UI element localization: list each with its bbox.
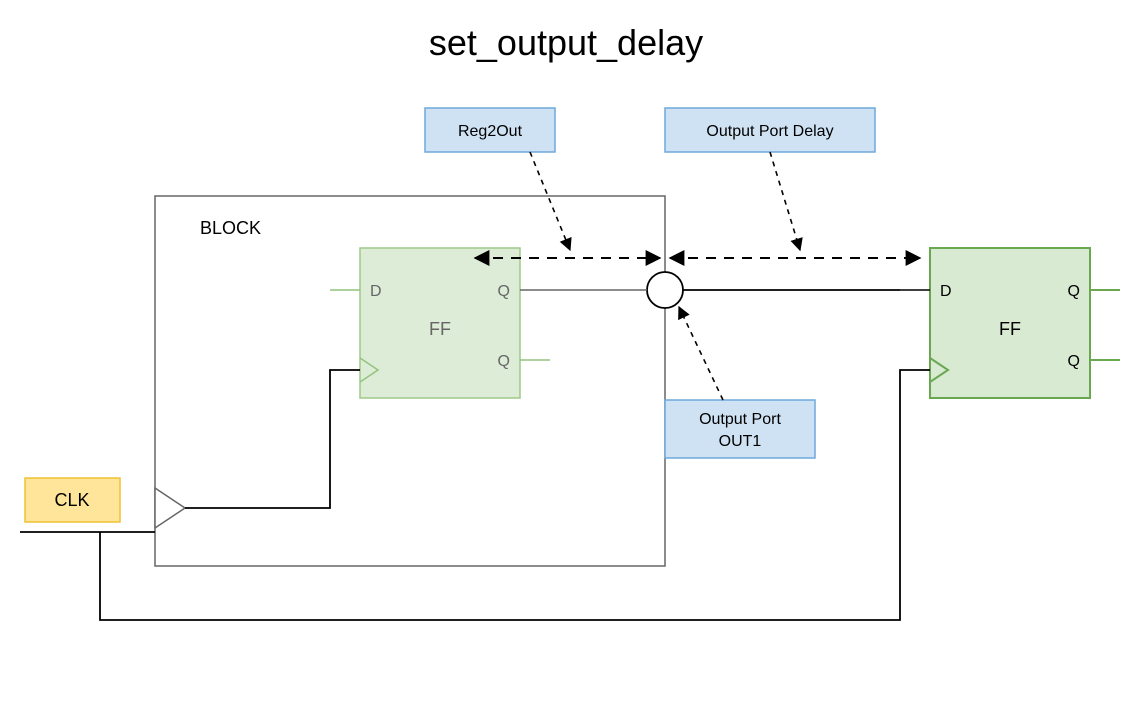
ff1-name: FF: [429, 319, 451, 339]
ff2-box: FF D Q Q: [930, 248, 1090, 398]
block-label: BLOCK: [200, 218, 261, 238]
output-port-out1-l2: OUT1: [719, 433, 762, 450]
leader-output-port-out1: [679, 307, 723, 400]
diagram-canvas: set_output_delay BLOCK FF D Q Q FF D Q Q…: [0, 0, 1132, 703]
output-port-icon: [647, 272, 683, 308]
output-port-out1-l1: Output Port: [699, 411, 781, 428]
diagram-title: set_output_delay: [429, 22, 703, 63]
reg2out-label: Reg2Out: [458, 123, 523, 140]
ff2-q2-label: Q: [1068, 353, 1080, 370]
output-port-delay-label: Output Port Delay: [706, 123, 833, 140]
leader-output-port-delay: [770, 152, 800, 250]
block-clk-buffer-icon: [155, 488, 185, 528]
ff2-q1-label: Q: [1068, 283, 1080, 300]
ff1-q1-label: Q: [498, 283, 510, 300]
clk-wire-internal: [185, 370, 360, 508]
ff1-d-label: D: [370, 283, 382, 300]
ff1-box: FF D Q Q: [360, 248, 520, 398]
ff1-q2-label: Q: [498, 353, 510, 370]
clk-label: CLK: [54, 490, 89, 510]
leader-reg2out: [530, 152, 570, 250]
ff2-d-label: D: [940, 283, 952, 300]
ff2-name: FF: [999, 319, 1021, 339]
